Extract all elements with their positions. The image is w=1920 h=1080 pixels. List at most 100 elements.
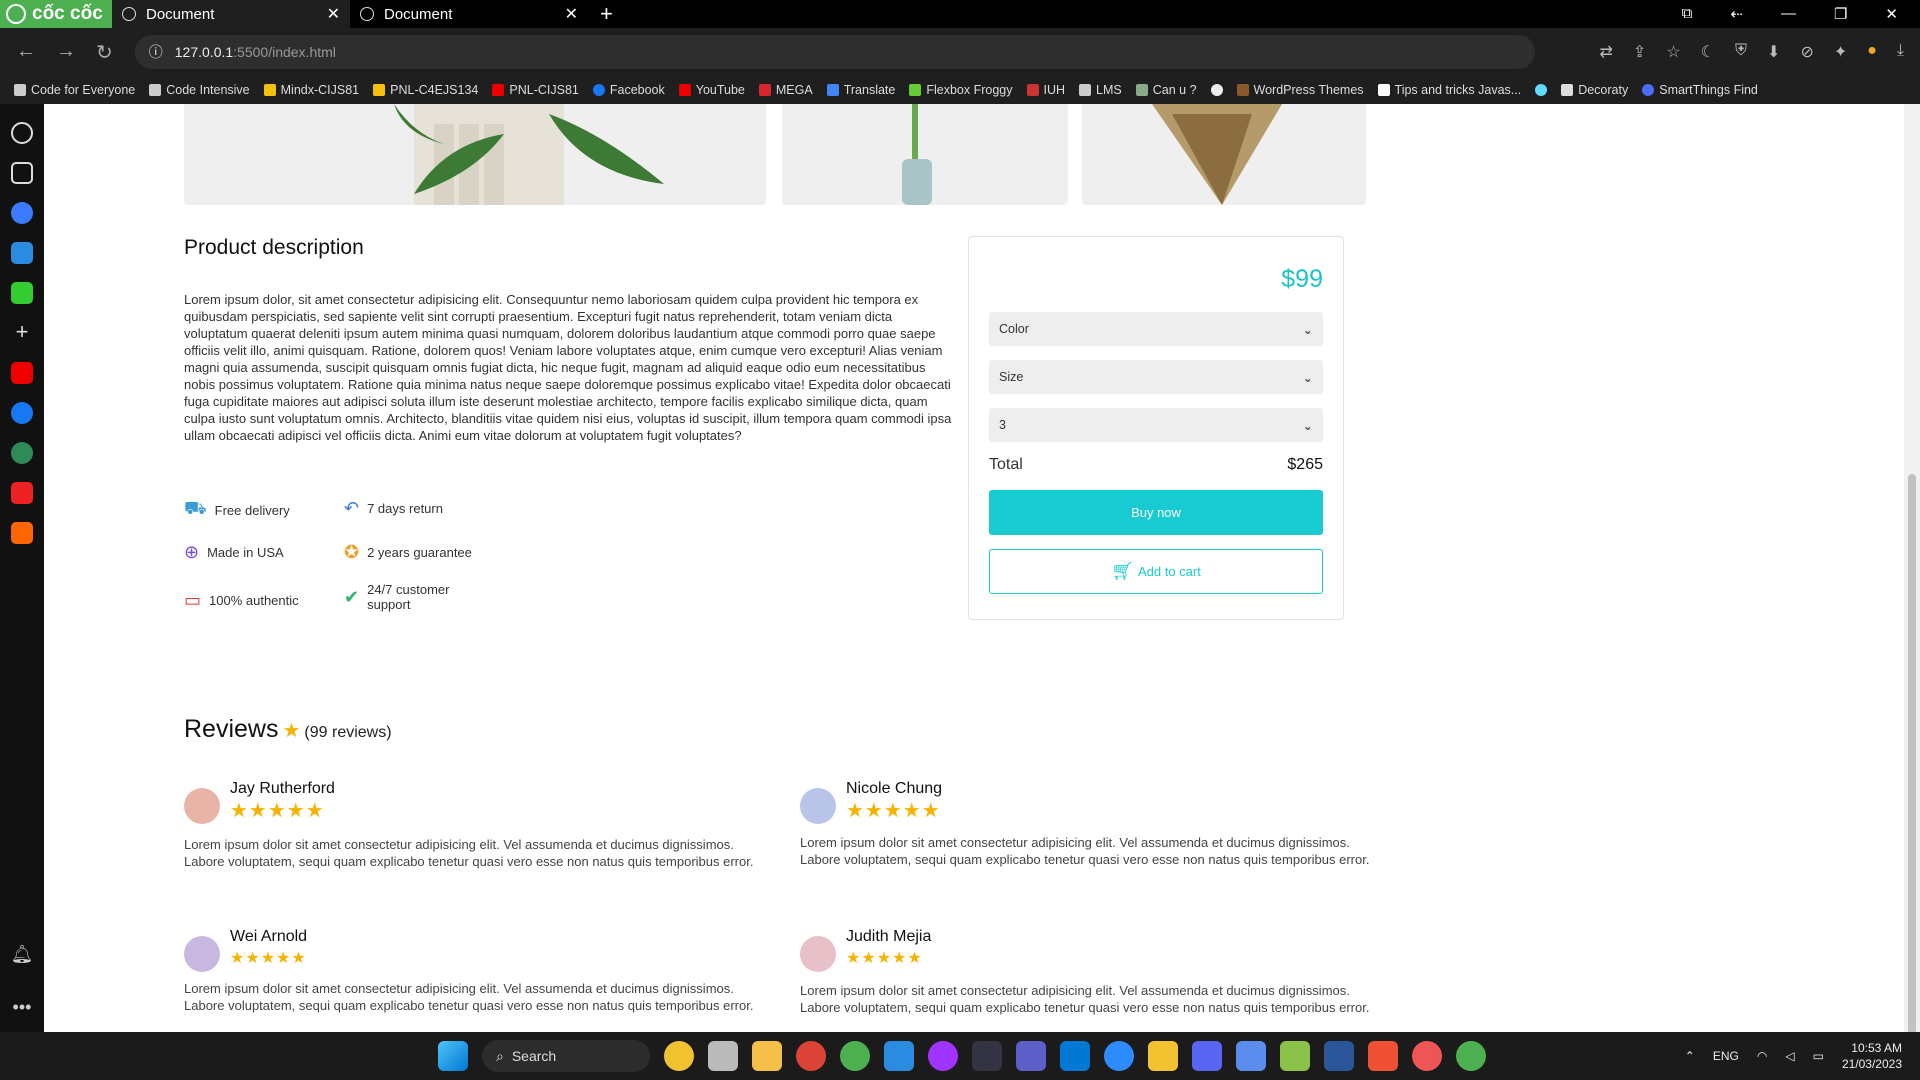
back-forward-icon[interactable]: ⇠ [1730,5,1743,23]
shopping-icon[interactable] [11,522,33,544]
reviewer-name: Judith Mejia [846,928,932,945]
zalo-icon[interactable] [11,242,33,264]
taskbar-search[interactable]: ⌕ Search [482,1040,650,1072]
translate-icon[interactable]: ⇄ [1600,42,1613,62]
facebook-icon[interactable] [11,402,33,424]
compass-icon[interactable]: ⊘ [1800,42,1813,62]
language-indicator[interactable]: ENG [1713,1049,1739,1063]
info-icon[interactable]: ⓘ [149,42,163,62]
word-icon[interactable] [1324,1041,1354,1071]
bookmark-star-icon[interactable]: ☆ [1666,42,1680,62]
history-icon[interactable] [11,122,33,144]
vscode-icon[interactable] [1060,1041,1090,1071]
back-icon[interactable]: ← [16,40,36,65]
profile-icon[interactable]: ● [1867,42,1877,62]
add-to-cart-button[interactable]: 🛒︎ Add to cart [989,549,1323,594]
chrome-icon[interactable] [796,1041,826,1071]
extensions-icon[interactable]: ✦ [1834,42,1847,62]
feature-return: ↶ 7 days return [344,498,443,518]
chevron-up-icon[interactable]: ⌃ [1685,1049,1695,1063]
bookmark-item[interactable]: LMS [1079,83,1122,97]
product-image-2[interactable] [782,104,1068,205]
bookmark-item[interactable]: Can u ? [1135,83,1197,97]
bookmark-item[interactable] [1210,84,1223,96]
close-window-icon[interactable]: ✕ [1885,5,1898,23]
browser-logo[interactable]: cốc cốc [0,0,112,28]
bell-icon[interactable]: 🔔︎ [11,944,34,965]
download-icon[interactable]: ⤓ [1897,42,1904,62]
git-icon[interactable] [1368,1041,1398,1071]
reading-list-icon[interactable] [11,162,33,184]
discord-icon[interactable] [1192,1041,1222,1071]
color-select[interactable]: Color ⌄ [989,312,1323,346]
page-scrollbar[interactable] [1904,104,1920,1034]
bookmark-item[interactable]: IUH [1026,83,1065,97]
download-box-icon[interactable]: ⬇ [1767,42,1780,62]
shield-icon[interactable]: ⛨ [1735,42,1747,62]
coccoc-icon [6,4,26,24]
bookmark-item[interactable]: PNL-C4EJS134 [373,83,478,97]
tab-document-1[interactable]: Document ✕ [112,0,350,28]
buy-now-button[interactable]: Buy now [989,490,1323,535]
product-image-large[interactable] [184,104,766,205]
review-text: Lorem ipsum dolor sit amet consectetur a… [184,981,754,1013]
file-explorer-icon[interactable] [752,1041,782,1071]
share-icon[interactable]: ⇪ [1633,42,1646,62]
app-icon[interactable] [1236,1041,1266,1071]
youtube-icon[interactable] [11,362,33,384]
game-icon[interactable] [11,282,33,304]
close-tab-icon[interactable]: ✕ [327,4,340,24]
todo-icon[interactable] [11,482,33,504]
bookmark-item[interactable]: YouTube [678,83,745,97]
bookmark-item[interactable]: MEGA [758,83,813,97]
tab-document-2[interactable]: Document ✕ [350,0,588,28]
weather-icon[interactable] [664,1041,694,1071]
app-icon[interactable] [1016,1041,1046,1071]
dark-mode-icon[interactable]: ☾ [1701,42,1715,62]
bookmark-item[interactable]: SmartThings Find [1642,83,1758,97]
earth-icon[interactable] [11,442,33,464]
reload-icon[interactable]: ↻ [96,40,113,65]
task-view-icon[interactable] [708,1041,738,1071]
coccoc-icon[interactable] [840,1041,870,1071]
url-field[interactable]: ⓘ 127.0.0.1:5500/index.html [134,35,1535,69]
zoom-icon[interactable] [1104,1041,1134,1071]
star-app-icon[interactable] [1148,1041,1178,1071]
more-icon[interactable]: ••• [13,997,32,1018]
tab-search-icon[interactable]: ⧉ [1682,5,1693,23]
size-select[interactable]: Size ⌄ [989,360,1323,394]
add-icon[interactable]: + [11,321,33,344]
bookmark-item[interactable]: Code for Everyone [14,83,135,97]
new-tab-button[interactable]: + [600,1,613,27]
battery-icon[interactable]: ▭ [1813,1049,1824,1063]
clock[interactable]: 10:53 AM 21/03/2023 [1842,1040,1902,1072]
cart-icon: 🛒︎ [1111,561,1134,581]
messenger-icon[interactable] [11,202,33,224]
start-icon[interactable] [438,1041,468,1071]
close-tab-icon[interactable]: ✕ [565,4,578,24]
bookmark-item[interactable]: Code Intensive [149,83,250,97]
scrollbar-thumb[interactable] [1908,474,1916,1034]
bookmark-item[interactable]: Tips and tricks Javas... [1377,83,1521,97]
messenger-icon[interactable] [928,1041,958,1071]
zalo-icon[interactable] [884,1041,914,1071]
dev-icon[interactable] [972,1041,1002,1071]
bookmark-item[interactable]: PNL-CIJS81 [492,83,579,97]
product-image-3[interactable] [1082,104,1366,205]
restore-icon[interactable]: ❐ [1834,5,1847,23]
bookmark-item[interactable] [1535,84,1548,96]
bookmark-item[interactable]: WordPress Themes [1236,83,1364,97]
quantity-select[interactable]: 3 ⌄ [989,408,1323,442]
bookmark-item[interactable]: Facebook [592,83,665,97]
volume-icon[interactable]: ◁ [1785,1049,1794,1063]
wifi-icon[interactable]: ◠ [1757,1049,1767,1063]
forward-icon[interactable]: → [56,40,76,65]
app-icon[interactable] [1412,1041,1442,1071]
app-icon[interactable] [1280,1041,1310,1071]
coccoc-icon[interactable] [1456,1041,1486,1071]
minimize-icon[interactable]: — [1781,5,1796,23]
bookmark-item[interactable]: Flexbox Froggy [909,83,1013,97]
bookmark-item[interactable]: Decoraty [1561,83,1628,97]
bookmark-item[interactable]: Translate [826,83,895,97]
bookmark-item[interactable]: Mindx-CIJS81 [263,83,359,97]
